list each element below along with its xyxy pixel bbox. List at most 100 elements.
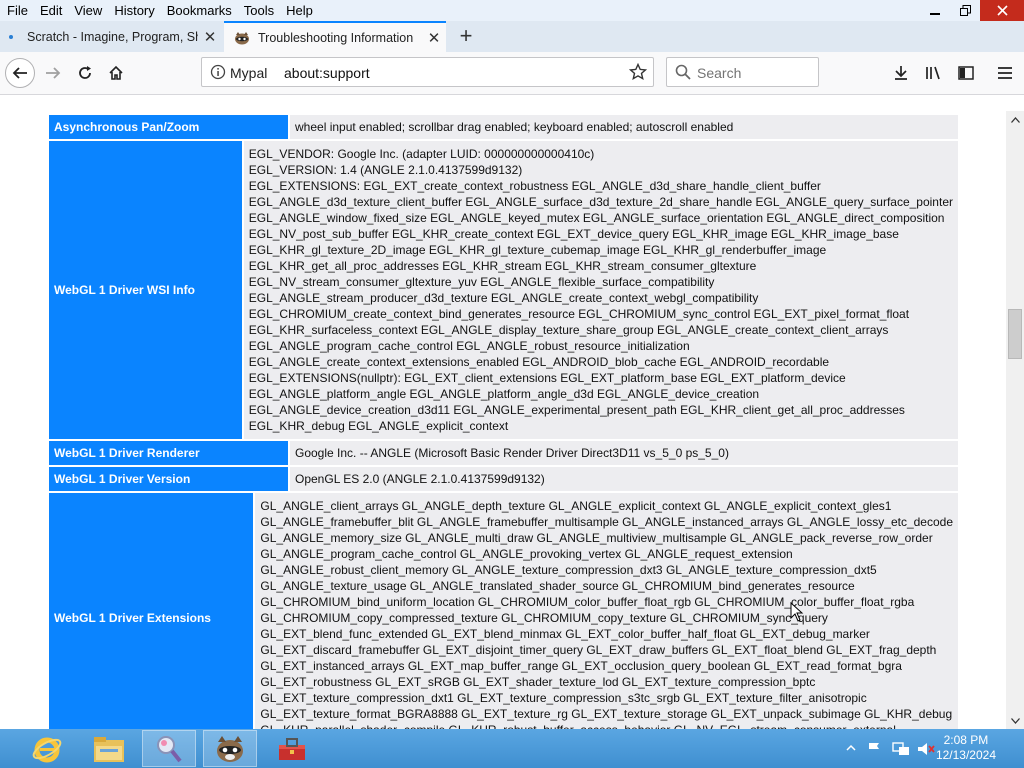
value-line: EGL_VERSION: 1.4 (ANGLE 2.1.0.4137599d91…	[248, 163, 523, 177]
value-line: GL_ANGLE_program_cache_control GL_ANGLE_…	[260, 547, 793, 561]
hamburger-menu-icon	[998, 67, 1012, 79]
downloads-button[interactable]	[886, 58, 916, 88]
row-value: wheel input enabled; scrollbar drag enab…	[290, 115, 958, 139]
menu-history[interactable]: History	[108, 0, 160, 21]
tab-close-button[interactable]: ✕	[198, 28, 222, 46]
close-icon	[996, 5, 1008, 16]
reload-icon	[79, 66, 91, 79]
download-icon	[895, 66, 907, 80]
value-line: GL_EXT_blend_func_extended GL_EXT_blend_…	[260, 627, 870, 641]
row-value: OpenGL ES 2.0 (ANGLE 2.1.0.4137599d9132)	[290, 467, 958, 491]
tab-loading-dot-icon	[9, 34, 13, 39]
value-line: EGL_KHR_gl_texture_2D_image EGL_KHR_gl_t…	[248, 243, 827, 257]
search-icon	[675, 64, 691, 80]
back-button[interactable]	[5, 58, 35, 88]
value-line: GL_EXT_discard_framebuffer GL_EXT_disjoi…	[260, 643, 937, 657]
value-line: EGL_ANGLE_stream_producer_d3d_texture EG…	[248, 291, 759, 305]
folder-icon	[94, 736, 124, 762]
vertical-scrollbar[interactable]	[1006, 111, 1024, 729]
value-line: GL_ANGLE_memory_size GL_ANGLE_multi_draw…	[260, 531, 933, 545]
clock-time: 2:08 PM	[943, 733, 989, 747]
url-text[interactable]: about:support	[284, 65, 370, 81]
restore-icon	[959, 5, 971, 16]
support-table: Asynchronous Pan/Zoom wheel input enabled…	[49, 115, 958, 729]
system-clock[interactable]: 2:08 PM 12/13/2024	[936, 733, 996, 763]
scroll-up-button[interactable]	[1006, 111, 1024, 128]
tab-bar: Scratch - Imagine, Program, Sh ✕ Trouble…	[0, 21, 1024, 52]
value-line: GL_CHROMIUM_bind_uniform_location GL_CHR…	[260, 595, 915, 609]
site-info-icon[interactable]	[210, 64, 226, 80]
row-value: GL_ANGLE_client_arrays GL_ANGLE_depth_te…	[255, 493, 958, 729]
library-button[interactable]	[919, 58, 949, 88]
table-row: WebGL 1 Driver Renderer Google Inc. -- AN…	[49, 441, 958, 465]
taskbar: 2:08 PM 12/13/2024	[0, 729, 1024, 768]
value-line: GL_KHR_parallel_shader_compile GL_KHR_ro…	[260, 722, 953, 729]
table-row: WebGL 1 Driver Version OpenGL ES 2.0 (ANG…	[49, 467, 958, 491]
new-tab-button[interactable]: +	[456, 21, 476, 52]
value-line: wheel input enabled; scrollbar drag enab…	[295, 120, 734, 134]
menu-button[interactable]	[990, 58, 1020, 88]
value-line: EGL_VENDOR: Google Inc. (adapter LUID: 0…	[248, 147, 595, 161]
search-bar[interactable]: Search	[666, 57, 819, 87]
value-line: GL_ANGLE_client_arrays GL_ANGLE_depth_te…	[260, 499, 892, 513]
action-center-flag-icon[interactable]	[866, 741, 882, 757]
tab-close-button[interactable]: ✕	[422, 29, 446, 47]
value-line: GL_EXT_robustness GL_EXT_sRGB GL_EXT_sha…	[260, 675, 816, 689]
menu-bookmarks[interactable]: Bookmarks	[161, 0, 238, 21]
minimize-button[interactable]	[920, 0, 950, 21]
tab-label: Scratch - Imagine, Program, Sh	[27, 29, 198, 44]
value-line: GL_ANGLE_framebuffer_blit GL_ANGLE_frame…	[260, 515, 953, 529]
bookmark-star-icon[interactable]	[629, 63, 647, 81]
value-line: GL_ANGLE_texture_usage GL_ANGLE_translat…	[260, 579, 855, 593]
reload-button[interactable]	[70, 58, 100, 88]
value-line: EGL_NV_post_sub_buffer EGL_KHR_create_co…	[248, 227, 899, 241]
table-row: WebGL 1 Driver Extensions GL_ANGLE_client…	[49, 493, 958, 729]
library-icon	[926, 66, 940, 80]
taskbar-toolbox[interactable]	[265, 730, 319, 767]
taskbar-app-lens[interactable]	[142, 730, 196, 767]
scroll-down-button[interactable]	[1006, 712, 1024, 729]
chevron-down-icon	[1010, 717, 1020, 724]
tab-troubleshooting[interactable]: Troubleshooting Information ✕	[224, 21, 446, 52]
menu-view[interactable]: View	[68, 0, 108, 21]
taskbar-file-explorer[interactable]	[82, 730, 136, 767]
value-line: GL_CHROMIUM_copy_compressed_texture GL_C…	[260, 611, 828, 625]
network-icon[interactable]	[892, 741, 910, 757]
home-button[interactable]	[101, 58, 131, 88]
sidebar-button[interactable]	[951, 58, 981, 88]
menu-help[interactable]: Help	[280, 0, 319, 21]
restore-button[interactable]	[950, 0, 980, 21]
menu-tools[interactable]: Tools	[238, 0, 280, 21]
taskbar-mypal[interactable]	[203, 730, 257, 767]
tab-label: Troubleshooting Information	[258, 30, 414, 45]
forward-arrow-icon	[46, 67, 61, 79]
scroll-thumb[interactable]	[1008, 309, 1022, 359]
tab-scratch[interactable]: Scratch - Imagine, Program, Sh ✕	[0, 21, 222, 52]
search-placeholder: Search	[697, 65, 742, 81]
close-window-button[interactable]	[980, 0, 1024, 21]
taskbar-internet-explorer[interactable]	[20, 730, 74, 767]
forward-button[interactable]	[38, 58, 68, 88]
show-hidden-icons-chevron-icon[interactable]	[846, 741, 856, 755]
volume-muted-icon[interactable]	[917, 741, 935, 757]
toolbox-icon	[279, 737, 305, 760]
menu-file[interactable]: File	[0, 0, 34, 21]
back-arrow-icon	[12, 67, 27, 79]
value-line: EGL_NV_stream_consumer_gltexture_yuv EGL…	[248, 275, 715, 289]
value-line: EGL_CHROMIUM_create_context_bind_generat…	[248, 307, 910, 321]
window-controls	[920, 0, 1024, 21]
value-line: GL_EXT_instanced_arrays GL_EXT_map_buffe…	[260, 659, 902, 673]
value-line: EGL_ANGLE_device_creation_d3d11 EGL_ANGL…	[248, 403, 905, 417]
url-bar[interactable]: Mypal about:support	[201, 57, 654, 87]
value-line: GL_ANGLE_robust_client_memory GL_ANGLE_t…	[260, 563, 877, 577]
magnifier-app-icon	[157, 735, 182, 762]
page-content: Asynchronous Pan/Zoom wheel input enabled…	[0, 95, 1006, 729]
value-line: EGL_KHR_surfaceless_context EGL_ANGLE_di…	[248, 323, 889, 337]
minimize-icon	[930, 12, 940, 15]
value-line: EGL_KHR_get_all_proc_addresses EGL_KHR_s…	[248, 259, 757, 273]
value-line: EGL_ANGLE_window_fixed_size EGL_ANGLE_ke…	[248, 211, 945, 225]
menu-edit[interactable]: Edit	[34, 0, 68, 21]
raccoon-browser-icon	[217, 735, 243, 762]
menu-bar: File Edit View History Bookmarks Tools H…	[0, 0, 319, 21]
row-key: WebGL 1 Driver Renderer	[49, 441, 288, 465]
